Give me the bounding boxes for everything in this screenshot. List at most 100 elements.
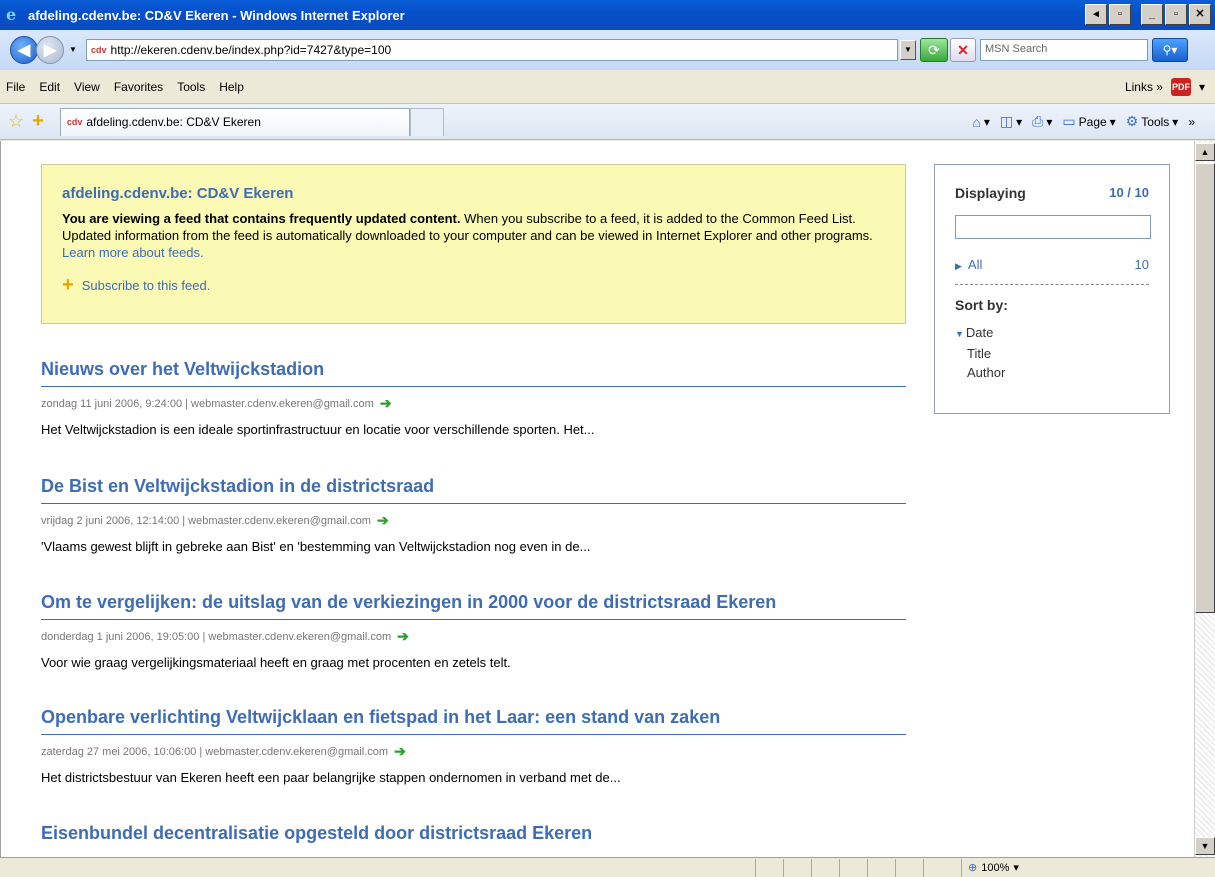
entry-meta-text: zondag 11 juni 2006, 9:24:00 | webmaster… xyxy=(41,397,374,410)
menu-tools[interactable]: Tools xyxy=(170,80,212,94)
pdf-icon[interactable]: PDF xyxy=(1170,77,1191,96)
feed-title: afdeling.cdenv.be: CD&V Ekeren xyxy=(62,185,294,202)
scroll-up-button[interactable]: ▲ xyxy=(1195,143,1215,161)
gear-icon: ⚙ xyxy=(1125,113,1139,129)
scroll-down-button[interactable]: ▼ xyxy=(1195,837,1215,855)
sort-title[interactable]: Title xyxy=(955,344,1149,363)
vertical-scrollbar[interactable]: ▲ ▼ xyxy=(1194,141,1215,857)
entry-meta-text: zaterdag 27 mei 2006, 10:06:00 | webmast… xyxy=(41,745,389,758)
feed-entry: De Bist en Veltwijckstadion in de distri… xyxy=(41,476,906,554)
print-icon: ⎙ xyxy=(1032,113,1044,129)
learn-more-link[interactable]: Learn more about feeds. xyxy=(62,245,204,260)
menu-edit[interactable]: Edit xyxy=(32,80,67,94)
sort-author[interactable]: Author xyxy=(955,363,1149,382)
entry-summary: 'Vlaams gewest blijft in gebreke aan Bis… xyxy=(41,539,591,554)
feed-description: You are viewing a feed that contains fre… xyxy=(62,210,892,261)
tools-menu-button[interactable]: ⚙ Tools ▾ xyxy=(1126,113,1179,130)
subscribe-link[interactable]: + Subscribe to this feed. xyxy=(62,275,885,295)
sort-date[interactable]: ▼ Date xyxy=(955,323,1149,344)
go-arrow-icon[interactable]: ➔ xyxy=(394,743,406,760)
status-segment xyxy=(755,858,783,877)
sort-by-label: Sort by: xyxy=(955,297,1008,313)
feed-entry: Om te vergelijken: de uitslag van de ver… xyxy=(41,592,906,670)
zoom-control[interactable]: ⊕ 100% ▾ xyxy=(961,858,1019,877)
home-button[interactable]: ⌂ ▾ xyxy=(972,114,990,130)
site-favicon-icon: cdv xyxy=(91,45,107,55)
feed-entry: Nieuws over het Veltwijckstadion zondag … xyxy=(41,359,906,437)
feed-filter-input[interactable] xyxy=(955,215,1151,239)
menu-file[interactable]: File xyxy=(0,80,32,94)
command-bar: ⌂ ▾ ◫ ▾ ⎙ ▾ ▭ Page ▾ ⚙ Tools ▾ » xyxy=(972,113,1215,130)
restore-page-icon[interactable]: ◂ xyxy=(1085,4,1107,25)
page-icon[interactable]: ▫ xyxy=(1109,4,1131,25)
status-segment xyxy=(923,858,951,877)
zoom-dropdown-icon[interactable]: ▾ xyxy=(1013,861,1019,874)
status-segment xyxy=(783,858,811,877)
tab-title: afdeling.cdenv.be: CD&V Ekeren xyxy=(86,115,261,129)
menu-bar: File Edit View Favorites Tools Help Link… xyxy=(0,70,1215,104)
toolbar-overflow-icon[interactable]: » xyxy=(1188,115,1195,129)
category-all[interactable]: ▶ All 10 xyxy=(955,257,1149,285)
forward-button[interactable]: ▶ xyxy=(36,36,64,64)
entry-title[interactable]: Openbare verlichting Veltwijcklaan en fi… xyxy=(41,707,906,735)
ie-logo-icon: e xyxy=(6,5,17,24)
window-title: afdeling.cdenv.be: CD&V Ekeren - Windows… xyxy=(28,7,405,23)
tab-active[interactable]: cdv afdeling.cdenv.be: CD&V Ekeren xyxy=(59,107,410,136)
status-segment xyxy=(867,858,895,877)
stop-button[interactable]: ✕ xyxy=(950,38,976,62)
feeds-icon: ◫ xyxy=(999,113,1014,129)
address-field[interactable]: cdv http://ekeren.cdenv.be/index.php?id=… xyxy=(86,39,898,61)
feed-entry: Openbare verlichting Veltwijcklaan en fi… xyxy=(41,707,906,785)
minimize-button[interactable]: _ xyxy=(1141,4,1163,25)
pdf-dropdown-icon[interactable]: ▾ xyxy=(1199,80,1205,94)
add-favorites-icon[interactable]: + xyxy=(32,110,44,133)
feed-entry: Eisenbundel decentralisatie opgesteld do… xyxy=(41,823,906,850)
feed-info-box: afdeling.cdenv.be: CD&V Ekeren You are v… xyxy=(41,164,906,324)
home-icon: ⌂ xyxy=(972,113,981,130)
entry-summary: Voor wie graag vergelijkingsmateriaal he… xyxy=(41,655,511,670)
status-bar: ⊕ 100% ▾ xyxy=(0,857,1215,877)
go-arrow-icon[interactable]: ➔ xyxy=(397,628,409,645)
menu-help[interactable]: Help xyxy=(212,80,251,94)
address-toolbar: ◀ ▶ ▼ cdv http://ekeren.cdenv.be/index.p… xyxy=(0,30,1215,70)
go-arrow-icon[interactable]: ➔ xyxy=(377,512,389,529)
subscribe-label: Subscribe to this feed. xyxy=(81,277,211,293)
scroll-thumb[interactable] xyxy=(1195,163,1215,613)
new-tab-button[interactable] xyxy=(409,107,444,136)
page-menu-button[interactable]: ▭ Page ▾ xyxy=(1062,113,1115,130)
page-icon: ▭ xyxy=(1062,113,1076,129)
back-button[interactable]: ◀ xyxy=(10,36,38,64)
entry-meta: donderdag 1 juni 2006, 19:05:00 | webmas… xyxy=(41,628,906,645)
status-segment xyxy=(839,858,867,877)
menu-favorites[interactable]: Favorites xyxy=(107,80,170,94)
tools-menu-label: Tools xyxy=(1141,114,1170,129)
menu-view[interactable]: View xyxy=(67,80,107,94)
feeds-button[interactable]: ◫ ▾ xyxy=(1000,113,1022,130)
entry-title[interactable]: De Bist en Veltwijckstadion in de distri… xyxy=(41,476,906,504)
recent-pages-dropdown[interactable]: ▼ xyxy=(66,42,80,58)
entry-title[interactable]: Eisenbundel decentralisatie opgesteld do… xyxy=(41,823,906,850)
close-button[interactable]: ✕ xyxy=(1189,4,1211,25)
entry-meta: vrijdag 2 juni 2006, 12:14:00 | webmaste… xyxy=(41,512,906,529)
print-button[interactable]: ⎙ ▾ xyxy=(1032,113,1052,130)
entry-summary: Het Veltwijckstadion is een ideale sport… xyxy=(41,422,595,437)
category-all-count: 10 xyxy=(1134,257,1149,272)
maximize-button[interactable]: ▫ xyxy=(1165,4,1187,25)
entry-meta-text: vrijdag 2 juni 2006, 12:14:00 | webmaste… xyxy=(41,514,371,527)
feed-sidebar: Displaying 10 / 10 ▶ All 10 Sort by: ▼ Dat… xyxy=(934,164,1170,414)
search-button[interactable]: ⚲▾ xyxy=(1152,38,1188,62)
address-url[interactable]: http://ekeren.cdenv.be/index.php?id=7427… xyxy=(111,43,392,57)
entry-title[interactable]: Om te vergelijken: de uitslag van de ver… xyxy=(41,592,906,620)
links-label: Links xyxy=(1124,79,1153,94)
address-dropdown-button[interactable]: ▼ xyxy=(900,40,916,60)
refresh-button[interactable]: ⟳ xyxy=(920,38,948,62)
sort-options: ▼ Date Title Author xyxy=(955,323,1149,382)
search-input[interactable]: MSN Search xyxy=(980,39,1148,61)
window-controls: ◂ ▫ _ ▫ ✕ xyxy=(1085,4,1211,25)
tab-favicon-icon: cdv xyxy=(66,117,83,127)
sort-desc-icon: ▼ xyxy=(955,329,964,339)
favorites-center-icon[interactable]: ☆ xyxy=(8,111,24,132)
go-arrow-icon[interactable]: ➔ xyxy=(380,395,392,412)
links-toolbar[interactable]: Links » xyxy=(1125,80,1163,94)
entry-title[interactable]: Nieuws over het Veltwijckstadion xyxy=(41,359,906,387)
